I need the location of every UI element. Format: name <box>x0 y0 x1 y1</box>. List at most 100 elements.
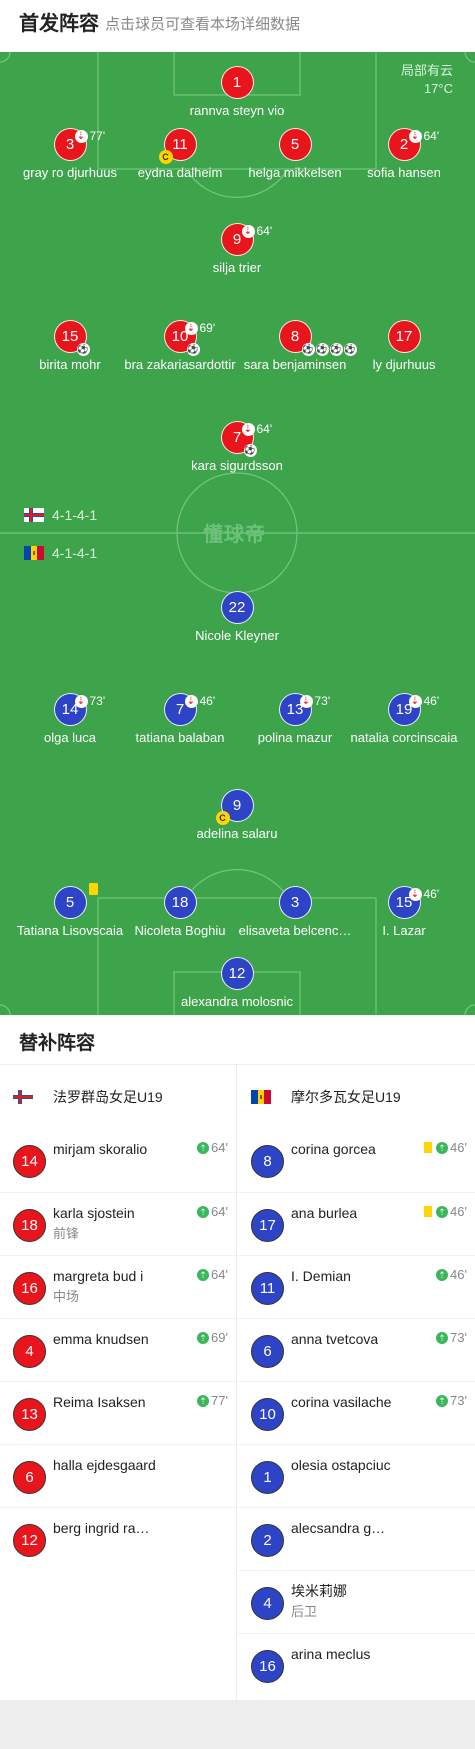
player-away-15[interactable]: 15 ⇣ 46' I. Lazar <box>344 886 464 939</box>
sub-player-row[interactable]: 8 corina gorcea ⇡ 46' <box>238 1129 475 1192</box>
player-home-9[interactable]: 9 ⇣ 64' silja trier <box>177 223 297 276</box>
sub-player-row[interactable]: 1 olesia ostapciuc <box>238 1444 475 1507</box>
sub-player-number: 6 <box>13 1461 46 1494</box>
sub-player-row[interactable]: 14 mirjam skoralio ⇡ 64' <box>0 1129 236 1192</box>
player-number-badge: 1 <box>220 66 254 99</box>
player-away-9[interactable]: 9 Cadelina salaru <box>177 789 297 842</box>
player-away-12[interactable]: 12 alexandra molosnic <box>177 957 297 1010</box>
player-away-7[interactable]: 7 ⇣ 46' tatiana balaban <box>120 693 240 746</box>
sub-player-number: 18 <box>13 1209 46 1242</box>
player-name: alexandra molosnic <box>180 994 293 1009</box>
sub-player-position: 后卫 <box>291 1604 318 1619</box>
player-number: 18 <box>171 894 189 911</box>
home-formation: 4-1-4-1 <box>24 507 97 523</box>
subs-title: 替补阵容 <box>19 1033 96 1054</box>
weather-temp: 17°C <box>423 81 453 96</box>
sub-player-row[interactable]: 13 Reima Isaksen ⇡ 77' <box>0 1381 236 1444</box>
player-number: 1 <box>232 74 242 91</box>
player-home-8[interactable]: 8 ⚽ ⚽ ⚽ ⚽ sara benjaminsen <box>235 320 357 373</box>
sub-minute: 46' <box>199 694 216 708</box>
player-name: Nicoleta Boghiu <box>134 923 226 938</box>
sub-in-icon: ⇡ <box>197 1268 210 1281</box>
sub-player-name: corina gorcea <box>291 1141 376 1157</box>
goal-ball-icon: ⚽ <box>76 343 90 356</box>
player-home-10[interactable]: 10 ⇣ 69' ⚽ bra zakariasardottir <box>120 320 240 373</box>
player-away-13[interactable]: 13 ⇣ 73' polina mazur <box>235 693 355 746</box>
player-number: 7 <box>175 701 185 718</box>
sub-player-row[interactable]: 16 arina meclus <box>238 1633 475 1696</box>
sub-player-row[interactable]: 2 alecsandra g… <box>238 1507 475 1570</box>
home-team-name: 法罗群岛女足U19 <box>53 1089 163 1105</box>
player-home-5[interactable]: 5 helga mikkelsen <box>235 128 355 181</box>
player-home-11[interactable]: 11 Ceydna dalheim <box>120 128 240 181</box>
sub-player-number: 14 <box>13 1145 46 1178</box>
watermark: 懂球帝 <box>203 524 266 546</box>
player-number-badge: 15 ⚽ <box>53 320 90 356</box>
player-home-3[interactable]: 3 ⇣ 77' gray ro djurhuus <box>10 128 130 181</box>
substitution-event: ⇣ 46' <box>408 686 439 717</box>
sub-out-icon: ⇣ <box>184 695 198 708</box>
sub-minute: 64' <box>211 1204 228 1219</box>
weather-desc: 局部有云 <box>400 63 453 78</box>
player-home-17[interactable]: 17 ly djurhuus <box>344 320 464 373</box>
sub-in-icon: ⇡ <box>436 1141 449 1154</box>
sub-minute: 77' <box>89 129 106 143</box>
player-number-badge: 5 <box>53 883 98 919</box>
sub-player-row[interactable]: 6 anna tvetcova ⇡ 73' <box>238 1318 475 1381</box>
sub-player-name: halla ejdesgaard <box>53 1457 156 1473</box>
player-number: 12 <box>228 965 246 982</box>
sub-player-number: 12 <box>13 1524 46 1557</box>
player-away-18[interactable]: 18 Nicoleta Boghiu <box>120 886 240 939</box>
sub-minute: 73' <box>450 1330 467 1345</box>
sub-player-name: emma knudsen <box>53 1331 149 1347</box>
substitution-event: ⇣ 73' <box>74 686 105 717</box>
player-away-22[interactable]: 22 Nicole Kleyner <box>177 591 297 644</box>
lineup-hint: 点击球员可查看本场详细数据 <box>105 16 301 33</box>
goal-ball-icon: ⚽ <box>301 343 315 356</box>
player-number: 5 <box>65 894 75 911</box>
goal-ball-icon: ⚽ <box>186 343 200 356</box>
sub-player-row[interactable]: 12 berg ingrid ra… <box>0 1507 236 1570</box>
sub-in-time: ⇡ 73' <box>436 1393 467 1408</box>
sub-player-name: I. Demian <box>291 1268 351 1284</box>
sub-minute: 73' <box>450 1393 467 1408</box>
player-name: birita mohr <box>39 357 101 372</box>
sub-in-icon: ⇡ <box>197 1394 210 1407</box>
player-name: Tatiana Lisovscaia <box>16 923 124 938</box>
faroe-flag-icon <box>24 508 44 522</box>
player-away-14[interactable]: 14 ⇣ 73' olga luca <box>10 693 130 746</box>
lineup-title: 首发阵容 <box>19 13 99 35</box>
sub-player-row[interactable]: 18 karla sjostein 前锋 ⇡ 64' <box>0 1192 236 1255</box>
sub-player-row[interactable]: 4 emma knudsen ⇡ 69' <box>0 1318 236 1381</box>
player-number-badge: 17 <box>387 320 421 353</box>
sub-player-number: 11 <box>251 1272 284 1305</box>
subs-list: 法罗群岛女足U19 14 mirjam skoralio ⇡ 64' 18 karla s… <box>0 1065 475 1700</box>
sub-player-number: 6 <box>251 1335 284 1368</box>
player-home-7[interactable]: 7 ⇣ 64' ⚽ kara sigurdsson <box>177 421 297 474</box>
player-name: silja trier <box>212 260 262 275</box>
sub-player-number: 4 <box>251 1587 284 1620</box>
player-number-badge: 5 <box>278 128 312 161</box>
player-away-3[interactable]: 3 elisaveta belcenc… <box>235 886 355 939</box>
goal-ball-icon: ⚽ <box>329 343 343 356</box>
player-home-2[interactable]: 2 ⇣ 64' sofia hansen <box>344 128 464 181</box>
sub-out-icon: ⇣ <box>74 695 88 708</box>
sub-player-row[interactable]: 16 margreta bud i 中场 ⇡ 64' <box>0 1255 236 1318</box>
sub-in-time: ⇡ 64' <box>197 1204 228 1219</box>
sub-out-icon: ⇣ <box>74 130 88 143</box>
sub-player-row[interactable]: 4 埃米莉娜 后卫 <box>238 1570 475 1633</box>
sub-player-row[interactable]: 17 ana burlea ⇡ 46' <box>238 1192 475 1255</box>
sub-player-row[interactable]: 6 halla ejdesgaard <box>0 1444 236 1507</box>
player-home-1[interactable]: 1 rannva steyn vio <box>177 66 297 119</box>
sub-player-position: 中场 <box>53 1289 80 1304</box>
player-number: 3 <box>65 136 75 153</box>
away-formation-label: 4-1-4-1 <box>52 545 98 561</box>
sub-player-row[interactable]: 10 corina vasilache ⇡ 73' <box>238 1381 475 1444</box>
player-home-15[interactable]: 15 ⚽ birita mohr <box>10 320 130 373</box>
player-number-badge: 12 <box>220 957 254 990</box>
sub-player-number: 2 <box>251 1524 284 1557</box>
player-away-19[interactable]: 19 ⇣ 46' natalia corcinscaia <box>344 693 464 746</box>
sub-player-row[interactable]: 11 I. Demian ⇡ 46' <box>238 1255 475 1318</box>
substitution-event: ⇣ 77' <box>74 121 106 152</box>
player-away-5[interactable]: 5 Tatiana Lisovscaia <box>10 883 130 939</box>
